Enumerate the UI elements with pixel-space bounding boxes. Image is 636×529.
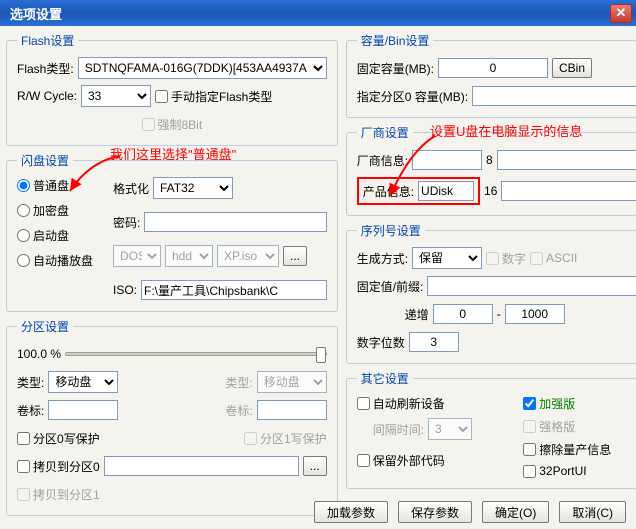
manual-flash-checkbox[interactable]: 手动指定Flash类型: [155, 88, 272, 105]
password-input[interactable]: [144, 212, 326, 232]
partition-percent: 100.0 %: [17, 347, 61, 361]
erase-mp-checkbox[interactable]: 擦除量产信息: [523, 441, 636, 458]
flash-type-label: Flash类型:: [17, 60, 74, 77]
boot-b-select: hdd: [165, 245, 213, 267]
radio-encrypt[interactable]: 加密盘: [17, 202, 105, 219]
vendor-info-input2[interactable]: [497, 150, 636, 170]
digits-input[interactable]: [409, 332, 459, 352]
titlebar: 选项设置 ✕: [0, 0, 636, 26]
client-area: 我们这里选择"普通盘" 设置U盘在电脑显示的信息 Flash设置 Flash类型…: [0, 26, 636, 529]
fixed-sn-label: 固定值/前缀:: [357, 278, 424, 295]
strongfmt-checkbox: 强格版: [523, 418, 636, 435]
capacity-group: 容量/Bin设置 固定容量(MB): CBin 指定分区0 容量(MB):: [346, 32, 636, 118]
ptype0-label: 类型:: [17, 374, 44, 391]
fixed-sn-input[interactable]: [427, 276, 636, 296]
serial-group: 序列号设置 生成方式: 保留 数字 ASCII 固定值/前缀: 递增 -: [346, 222, 636, 364]
disk-legend: 闪盘设置: [17, 152, 73, 169]
partition-slider[interactable]: [65, 352, 327, 356]
iso-input[interactable]: [141, 280, 327, 300]
boot-c-select: XP.iso: [217, 245, 279, 267]
product-input[interactable]: [418, 181, 474, 201]
p0-cap-label: 指定分区0 容量(MB):: [357, 88, 468, 105]
copy-p0-browse[interactable]: ...: [303, 456, 327, 476]
disk-group: 闪盘设置 普通盘 加密盘 启动盘 自动播放盘 格式化 FAT32: [6, 152, 338, 312]
interval-label: 间隔时间:: [373, 421, 424, 438]
p1-wp-checkbox: 分区1写保护: [244, 430, 327, 447]
product-input2[interactable]: [501, 181, 636, 201]
p0-cap-input[interactable]: [472, 86, 636, 106]
right-column: 容量/Bin设置 固定容量(MB): CBin 指定分区0 容量(MB): 厂商…: [346, 32, 636, 487]
flash-type-select[interactable]: SDTNQFAMA-016G(7DDK)[453AA4937A: [78, 57, 327, 79]
product-n1: 16: [484, 184, 497, 198]
product-label: 产品信息:: [363, 183, 414, 200]
save-button[interactable]: 保存参数: [398, 501, 472, 523]
enhanced-checkbox[interactable]: 加强版: [523, 395, 636, 412]
ascii-checkbox: ASCII: [530, 251, 577, 265]
inc-label: 递增: [357, 306, 429, 323]
flash-legend: Flash设置: [17, 32, 78, 49]
fixed-cap-label: 固定容量(MB):: [357, 60, 434, 77]
p0-wp-checkbox[interactable]: 分区0写保护: [17, 430, 100, 447]
format-select[interactable]: FAT32: [153, 177, 233, 199]
ptype0-select[interactable]: 移动盘: [48, 371, 118, 393]
left-column: Flash设置 Flash类型: SDTNQFAMA-016G(7DDK)[45…: [6, 32, 338, 487]
vol0-label: 卷标:: [17, 402, 44, 419]
other-legend: 其它设置: [357, 370, 413, 387]
boot-browse-button[interactable]: ...: [283, 246, 307, 266]
serial-legend: 序列号设置: [357, 222, 425, 239]
partition-group: 分区设置 100.0 % 类型: 移动盘 类型: 移动盘 卷标: 卷标:: [6, 318, 338, 516]
vol1-label: 卷标:: [225, 402, 252, 419]
rw-cycle-select[interactable]: 33: [81, 85, 151, 107]
interval-select: 3: [428, 418, 472, 440]
num-checkbox: 数字: [486, 250, 526, 267]
vendor-info-input[interactable]: [412, 150, 482, 170]
capacity-legend: 容量/Bin设置: [357, 32, 434, 49]
ok-button[interactable]: 确定(O): [482, 501, 549, 523]
ptype1-select: 移动盘: [257, 371, 327, 393]
iso-label: ISO:: [113, 283, 137, 297]
flash-group: Flash设置 Flash类型: SDTNQFAMA-016G(7DDK)[45…: [6, 32, 338, 146]
rw-cycle-label: R/W Cycle:: [17, 89, 77, 103]
gen-label: 生成方式:: [357, 250, 408, 267]
radio-boot[interactable]: 启动盘: [17, 227, 105, 244]
copy-p0-input[interactable]: [104, 456, 299, 476]
fixed-cap-input[interactable]: [438, 58, 548, 78]
password-label: 密码:: [113, 214, 140, 231]
product-highlight: 产品信息:: [357, 177, 480, 205]
radio-autoplay[interactable]: 自动播放盘: [17, 252, 105, 269]
copy-p0-checkbox[interactable]: 拷贝到分区0: [17, 458, 100, 475]
vendor-group: 厂商设置 厂商信息: 8 30 产品信息: 16 30: [346, 124, 636, 216]
gen-select[interactable]: 保留: [412, 247, 482, 269]
footer-buttons: 加载参数 保存参数 确定(O) 取消(C): [314, 501, 626, 523]
load-button[interactable]: 加载参数: [314, 501, 388, 523]
vendor-info-label: 厂商信息:: [357, 152, 408, 169]
inc-dash: -: [497, 307, 501, 321]
inc-from-input[interactable]: [433, 304, 493, 324]
vol1-input: [257, 400, 327, 420]
window-title: 选项设置: [10, 4, 610, 23]
force-8bit-checkbox: 强制8Bit: [142, 116, 203, 133]
boot-a-select: DOS: [113, 245, 161, 267]
digits-label: 数字位数: [357, 334, 405, 351]
radio-normal[interactable]: 普通盘: [17, 177, 105, 194]
other-group: 其它设置 自动刷新设备 间隔时间: 3 保留外部代码 加强版 强格版 擦除量产: [346, 370, 636, 489]
close-icon[interactable]: ✕: [610, 4, 632, 23]
copy-p1-checkbox: 拷贝到分区1: [17, 486, 100, 503]
inc-to-input[interactable]: [505, 304, 565, 324]
cancel-button[interactable]: 取消(C): [559, 501, 626, 523]
partition-legend: 分区设置: [17, 318, 73, 335]
port32-checkbox[interactable]: 32PortUI: [523, 464, 636, 478]
auto-refresh-checkbox[interactable]: 自动刷新设备: [357, 395, 514, 412]
vendor-n1: 8: [486, 153, 493, 167]
vendor-legend: 厂商设置: [357, 124, 413, 141]
keep-ext-checkbox[interactable]: 保留外部代码: [357, 452, 514, 469]
format-label: 格式化: [113, 180, 149, 197]
vol0-input[interactable]: [48, 400, 118, 420]
cbin-button[interactable]: CBin: [552, 58, 592, 78]
ptype1-label: 类型:: [225, 374, 252, 391]
